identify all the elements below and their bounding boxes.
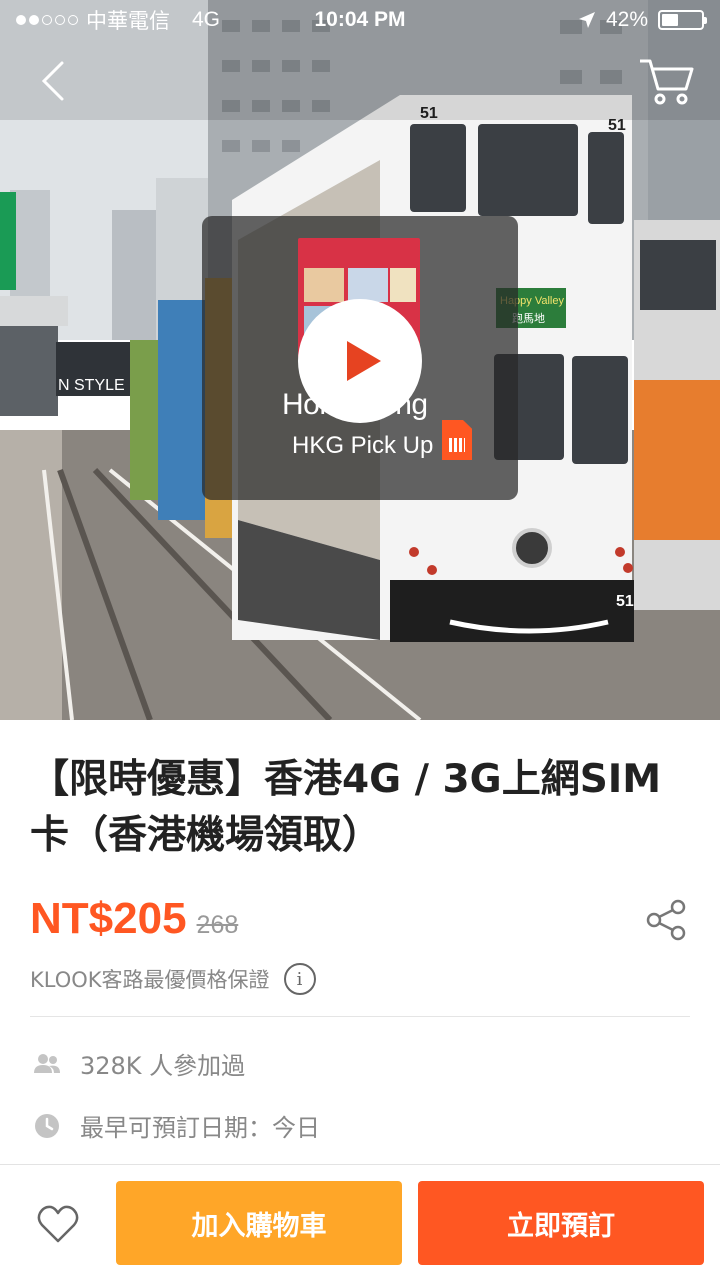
storefront-text: N STYLE — [58, 377, 125, 394]
add-to-cart-button[interactable]: 加入購物車 — [116, 1181, 402, 1265]
earliest-date-text: 最早可預訂日期：今日 — [80, 1114, 320, 1142]
original-price: 268 — [196, 911, 239, 939]
status-bar: 中華電信 4G 10:04 PM 42% — [0, 0, 720, 40]
heart-icon — [37, 1205, 79, 1243]
carrier-name: 中華電信 — [86, 10, 170, 33]
cart-icon — [640, 59, 694, 105]
wishlist-button[interactable] — [36, 1203, 80, 1245]
location-arrow-icon — [578, 12, 595, 28]
battery-level-fill — [662, 14, 678, 26]
signal-strength-icon — [16, 15, 78, 25]
battery-percent: 42% — [605, 8, 648, 31]
sim-card-icon — [442, 420, 472, 460]
price-guarantee-text: KLOOK客路最優價格保證 — [30, 968, 270, 992]
earliest-date-row: 最早可預訂日期：今日 — [34, 1108, 320, 1143]
back-button[interactable] — [30, 55, 80, 105]
share-button[interactable] — [644, 898, 688, 942]
play-icon — [347, 341, 381, 381]
cart-button[interactable] — [636, 55, 696, 107]
video-preview-card[interactable]: Hong Kong HKG Pick Up — [202, 216, 518, 500]
participants-row: 328K 人參加過 — [34, 1046, 245, 1081]
bottom-action-bar: 加入購物車 立即預訂 — [0, 1164, 720, 1280]
battery-icon — [658, 10, 707, 30]
svg-text:51: 51 — [616, 593, 634, 610]
video-subtitle: HKG Pick Up — [292, 432, 434, 459]
chevron-left-icon — [41, 61, 64, 101]
info-icon[interactable]: i — [283, 963, 316, 995]
clock-icon — [35, 1113, 59, 1138]
share-icon — [646, 899, 686, 941]
participants-count: 328K 人參加過 — [80, 1052, 246, 1080]
book-now-button[interactable]: 立即預訂 — [418, 1181, 704, 1265]
people-icon — [34, 1053, 60, 1073]
product-title: 【限時優惠】香港4G / 3G上網SIM卡（香港機場領取） — [30, 757, 662, 858]
price-guarantee: KLOOK客路最優價格保證 i — [30, 963, 316, 995]
video-title: Hong Kong — [282, 388, 428, 421]
divider — [30, 1016, 690, 1017]
price-row: NT$205 268 — [30, 894, 238, 944]
network-type: 4G — [192, 8, 221, 31]
current-price: NT$205 — [30, 894, 187, 943]
